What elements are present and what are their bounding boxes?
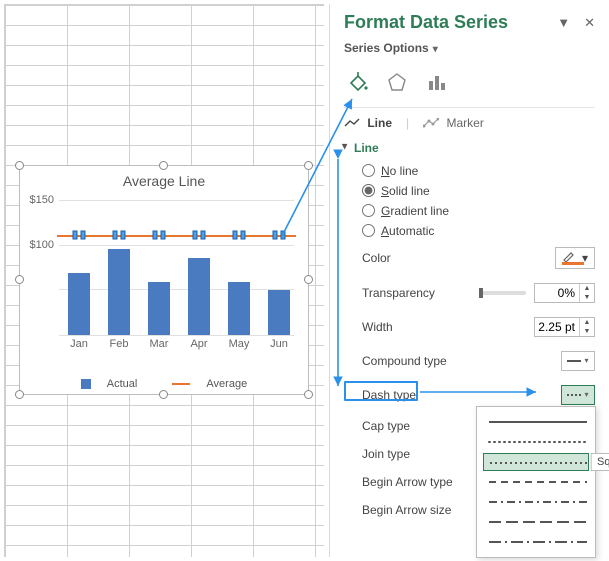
tab-marker[interactable]: Marker xyxy=(423,116,484,131)
prop-transparency-label: Transparency xyxy=(362,286,472,300)
chart-resize-handle[interactable] xyxy=(304,275,313,284)
chart-plot-area[interactable]: $150 $100 Jan Feb Mar Apr May Jun xyxy=(59,200,294,335)
legend-actual-label: Actual xyxy=(107,378,138,390)
prop-dash-label: Dash type xyxy=(362,388,472,402)
dash-option-long-dash-dot[interactable] xyxy=(483,533,589,551)
section-header-line[interactable]: Line xyxy=(344,137,595,161)
effects-tab-icon[interactable] xyxy=(384,69,410,95)
x-axis-label: Mar xyxy=(142,338,176,350)
chart-resize-handle[interactable] xyxy=(15,390,24,399)
spinner-down-icon[interactable]: ▼ xyxy=(580,327,594,336)
x-axis-label: Apr xyxy=(182,338,216,350)
dash-option-long-dash[interactable] xyxy=(483,513,589,531)
pane-title: Format Data Series xyxy=(344,12,508,33)
chart-resize-handle[interactable] xyxy=(15,161,24,170)
radio-gradient-line-label[interactable]: Gradient line xyxy=(381,204,449,218)
legend-average-label: Average xyxy=(206,378,247,390)
chart-resize-handle[interactable] xyxy=(15,275,24,284)
chart-bar[interactable] xyxy=(188,258,210,335)
chart-object[interactable]: Average Line $150 $100 Jan Feb Mar Apr M… xyxy=(19,165,309,395)
chart-legend[interactable]: Actual Average xyxy=(19,378,309,390)
radio-automatic-label[interactable]: Automatic xyxy=(381,224,434,238)
transparency-slider[interactable] xyxy=(480,291,526,295)
color-pen-icon xyxy=(562,251,578,265)
spinner-down-icon[interactable]: ▼ xyxy=(580,293,594,302)
chart-bar[interactable] xyxy=(68,273,90,335)
dash-tooltip: Square Dot xyxy=(591,453,609,471)
dash-swatch-icon xyxy=(567,391,581,399)
dash-option-solid[interactable] xyxy=(483,413,589,431)
radio-solid-line-label[interactable]: Solid line xyxy=(381,184,430,198)
radio-no-line[interactable] xyxy=(362,164,375,177)
color-picker[interactable]: ▾ xyxy=(555,247,595,269)
transparency-spinner[interactable]: ▲▼ xyxy=(534,283,595,303)
dash-option-dash[interactable] xyxy=(483,473,589,491)
tab-marker-label: Marker xyxy=(446,116,483,130)
chart-series-average[interactable] xyxy=(57,235,296,237)
chart-resize-handle[interactable] xyxy=(159,161,168,170)
marker-tab-icon xyxy=(423,117,439,131)
pane-menu-caret-icon[interactable]: ▼ xyxy=(557,15,570,31)
pane-close-icon[interactable]: ✕ xyxy=(584,15,595,31)
x-axis-label: May xyxy=(222,338,256,350)
dash-option-dash-dot[interactable] xyxy=(483,493,589,511)
prop-cap-label: Cap type xyxy=(362,419,472,433)
dash-type-popup: Square Dot xyxy=(476,406,596,558)
series-options-dropdown[interactable]: Series Options xyxy=(344,37,595,65)
prop-compound-label: Compound type xyxy=(362,354,472,368)
prop-begin-arrow-size-label: Begin Arrow size xyxy=(362,503,472,517)
chart-resize-handle[interactable] xyxy=(304,161,313,170)
tab-line[interactable]: Line xyxy=(344,116,392,131)
transparency-input[interactable] xyxy=(535,284,579,302)
spinner-up-icon[interactable]: ▲ xyxy=(580,318,594,327)
radio-no-line-label[interactable]: No line xyxy=(381,164,418,178)
x-axis-label: Feb xyxy=(102,338,136,350)
compound-type-dropdown[interactable]: ▾ xyxy=(561,351,595,371)
x-axis-label: Jan xyxy=(62,338,96,350)
chart-bar[interactable] xyxy=(228,282,250,335)
tab-line-label: Line xyxy=(367,116,392,130)
prop-width-label: Width xyxy=(362,320,472,334)
y-axis-label: $100 xyxy=(14,239,54,251)
compound-single-icon xyxy=(567,357,581,365)
fill-and-line-tab-icon[interactable] xyxy=(344,69,370,95)
radio-gradient-line[interactable] xyxy=(362,204,375,217)
chart-resize-handle[interactable] xyxy=(159,390,168,399)
width-spinner[interactable]: ▲▼ xyxy=(534,317,595,337)
series-options-tab-icon[interactable] xyxy=(424,69,450,95)
chart-resize-handle[interactable] xyxy=(304,390,313,399)
radio-automatic[interactable] xyxy=(362,224,375,237)
chart-bar[interactable] xyxy=(148,282,170,335)
line-tab-icon xyxy=(344,117,360,131)
chart-bar[interactable] xyxy=(268,290,290,335)
dash-type-dropdown[interactable]: ▾ xyxy=(561,385,595,405)
x-axis-label: Jun xyxy=(262,338,296,350)
prop-join-label: Join type xyxy=(362,447,472,461)
width-input[interactable] xyxy=(535,318,579,336)
chart-bar[interactable] xyxy=(108,249,130,335)
prop-begin-arrow-type-label: Begin Arrow type xyxy=(362,475,472,489)
spinner-up-icon[interactable]: ▲ xyxy=(580,284,594,293)
dash-option-square-dot[interactable] xyxy=(483,453,589,471)
prop-color-label: Color xyxy=(362,251,472,265)
radio-solid-line[interactable] xyxy=(362,184,375,197)
y-axis-label: $150 xyxy=(14,194,54,206)
dash-option-round-dot[interactable] xyxy=(483,433,589,451)
